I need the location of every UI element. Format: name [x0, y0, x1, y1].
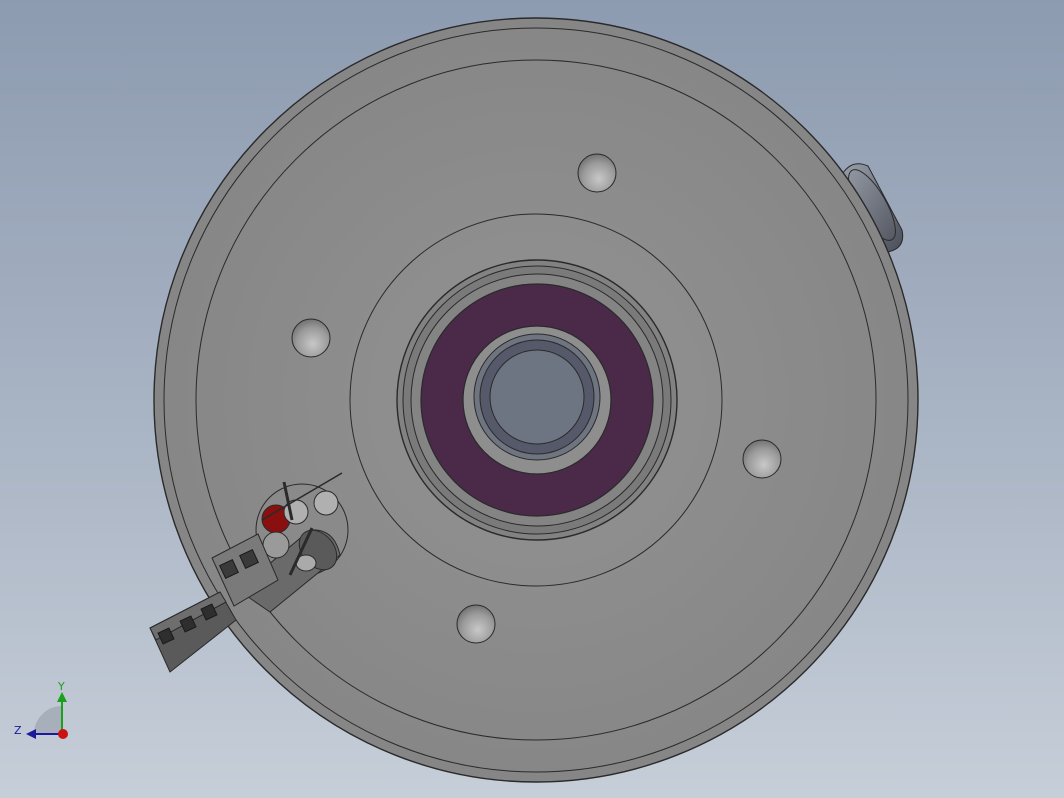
z-axis-label: Z — [14, 724, 22, 737]
z-axis-arrow — [26, 729, 36, 739]
graphics-viewport[interactable]: Y Z — [0, 0, 1064, 798]
bolt-hole-right[interactable] — [742, 439, 782, 479]
y-axis-label: Y — [57, 680, 65, 693]
shaft-bore[interactable] — [489, 349, 585, 445]
bolt-hole-bottom[interactable] — [456, 604, 496, 644]
cad-model-view[interactable] — [0, 0, 1064, 798]
y-axis-arrow — [57, 692, 67, 702]
bolt-hole-left[interactable] — [291, 318, 331, 358]
triad-plane — [34, 706, 62, 734]
bolt-hole-top[interactable] — [577, 153, 617, 193]
coordinate-triad[interactable]: Y Z — [10, 676, 80, 746]
x-axis-dot — [58, 729, 68, 739]
bearing-assembly[interactable] — [396, 259, 678, 541]
